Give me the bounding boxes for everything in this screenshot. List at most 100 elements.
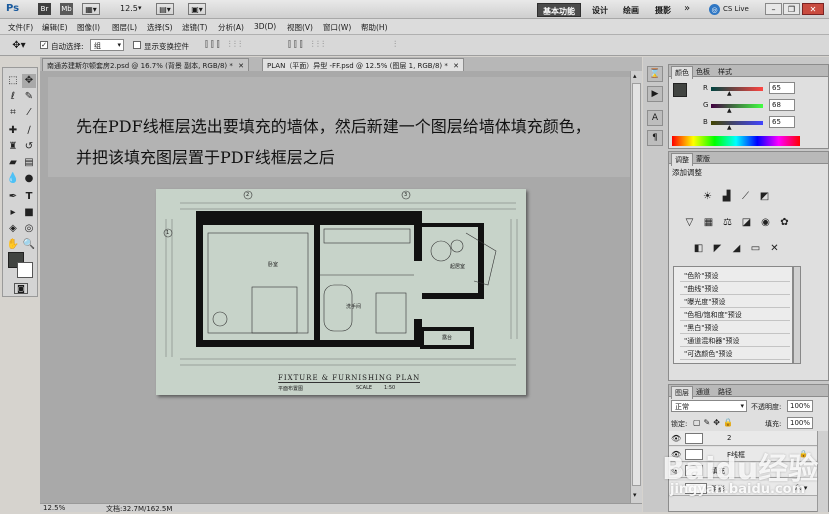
paragraph-panel-icon[interactable]: ¶ xyxy=(647,130,663,146)
dodge-tool-icon[interactable]: ● xyxy=(22,172,36,186)
b-slider-handle[interactable]: ▲ xyxy=(727,124,732,131)
r-slider-handle[interactable]: ▲ xyxy=(727,90,732,97)
move-tool-icon[interactable]: ✥ xyxy=(22,74,36,88)
selective-color-icon[interactable]: ✕ xyxy=(768,242,781,255)
actions-panel-icon[interactable]: ▶ xyxy=(647,86,663,102)
mini-bridge-icon[interactable]: Mb xyxy=(60,3,73,15)
auto-select-checkbox[interactable]: ✓ xyxy=(40,41,48,49)
threshold-icon[interactable]: ◢ xyxy=(730,242,743,255)
scroll-thumb[interactable] xyxy=(632,83,641,486)
workspace-essentials-button[interactable]: 基本功能 xyxy=(537,3,581,17)
lock-icons-group[interactable]: ▢✎✥🔒 xyxy=(693,418,736,427)
preset-black-white[interactable]: "黑白"预设 xyxy=(680,321,790,334)
move-tool-preset-icon[interactable]: ✥▾ xyxy=(6,39,32,52)
preset-scrollbar[interactable] xyxy=(793,266,801,364)
levels-icon[interactable]: ▟ xyxy=(720,190,733,203)
view-extras-icon[interactable]: ▦▾ xyxy=(82,3,100,15)
canvas-vertical-scrollbar[interactable]: ▴ ▾ xyxy=(630,71,642,504)
g-slider-handle[interactable]: ▲ xyxy=(727,107,732,114)
character-panel-icon[interactable]: A xyxy=(647,110,663,126)
3d-rotate-tool-icon[interactable]: ◈ xyxy=(6,222,20,236)
channel-mixer-icon[interactable]: ✿ xyxy=(778,216,791,229)
tab-document-2[interactable]: PLAN（平面）异型 -FF.psd @ 12.5% (图层 1, RGB/8)… xyxy=(262,58,464,71)
scroll-down-arrow[interactable]: ▾ xyxy=(633,491,637,499)
menu-analysis[interactable]: 分析(A) xyxy=(218,22,244,33)
history-panel-icon[interactable]: ⌛ xyxy=(647,66,663,82)
zoom-tool-icon[interactable]: 🔍 xyxy=(22,238,36,252)
brush-tool-icon[interactable]: ∕ xyxy=(22,124,36,138)
shape-tool-icon[interactable]: ■ xyxy=(22,206,36,220)
menu-3d[interactable]: 3D(D) xyxy=(254,22,276,31)
quick-select-tool-icon[interactable]: ✎ xyxy=(22,90,36,104)
tab-swatches[interactable]: 色板 xyxy=(693,66,713,78)
clone-stamp-tool-icon[interactable]: ♜ xyxy=(6,140,20,154)
tab-color[interactable]: 颜色 xyxy=(671,66,693,79)
type-tool-icon[interactable]: T xyxy=(22,190,36,204)
minimize-window-icon[interactable]: – xyxy=(765,3,782,15)
color-balance-icon[interactable]: ⚖ xyxy=(721,216,734,229)
cs-live-icon[interactable]: ◎ xyxy=(709,4,720,15)
exposure-icon[interactable]: ◩ xyxy=(758,190,771,203)
g-slider-track[interactable] xyxy=(711,104,763,108)
menu-help[interactable]: 帮助(H) xyxy=(361,22,388,33)
preset-hue-saturation[interactable]: "色相/饱和度"预设 xyxy=(680,308,790,321)
curves-icon[interactable]: ⟋ xyxy=(739,190,752,203)
gradient-tool-icon[interactable]: ▤ xyxy=(22,156,36,170)
eyedropper-tool-icon[interactable]: ⁄ xyxy=(22,106,36,120)
workspace-painting-button[interactable]: 绘画 xyxy=(618,3,644,17)
tab-layers[interactable]: 图层 xyxy=(671,386,693,399)
b-value-input[interactable]: 65 xyxy=(769,116,795,128)
zoom-level[interactable]: 12.5 xyxy=(120,4,138,13)
menu-layer[interactable]: 图层(L) xyxy=(112,22,137,33)
menu-view[interactable]: 视图(V) xyxy=(287,22,313,33)
cs-live-button[interactable]: CS Live xyxy=(723,5,749,13)
blur-tool-icon[interactable]: 💧 xyxy=(6,172,20,186)
tab-masks[interactable]: 蒙版 xyxy=(693,153,713,165)
color-fg-swatch[interactable] xyxy=(673,83,687,97)
tab-adjustments[interactable]: 调整 xyxy=(671,153,693,166)
invert-icon[interactable]: ◧ xyxy=(692,242,705,255)
background-color-swatch[interactable] xyxy=(17,262,33,278)
status-zoom[interactable]: 12.5% xyxy=(43,504,65,512)
document-canvas[interactable]: 先在PDF线框层选出要填充的墙体，然后新建一个图层给墙体填充颜色， 并把该填充图… xyxy=(40,71,642,504)
show-transform-checkbox[interactable] xyxy=(133,41,141,49)
tab-styles[interactable]: 样式 xyxy=(715,66,735,78)
preset-curves[interactable]: "曲线"预设 xyxy=(680,282,790,295)
photo-filter-icon[interactable]: ◉ xyxy=(759,216,772,229)
preset-exposure[interactable]: "曝光度"预设 xyxy=(680,295,790,308)
vibrance-icon[interactable]: ▽ xyxy=(683,216,696,229)
more-workspaces-button[interactable]: » xyxy=(684,3,690,14)
preset-selective-color[interactable]: "可选颜色"预设 xyxy=(680,347,790,360)
quick-mask-icon[interactable]: ◙ xyxy=(14,283,28,294)
tab-channels[interactable]: 通道 xyxy=(693,386,713,398)
workspace-design-button[interactable]: 设计 xyxy=(587,3,613,17)
r-value-input[interactable]: 65 xyxy=(769,82,795,94)
restore-window-icon[interactable]: ❐ xyxy=(783,3,800,15)
posterize-icon[interactable]: ◤ xyxy=(711,242,724,255)
opacity-input[interactable]: 100% xyxy=(787,400,813,412)
healing-brush-tool-icon[interactable]: ✚ xyxy=(6,124,20,138)
g-value-input[interactable]: 68 xyxy=(769,99,795,111)
r-slider-track[interactable] xyxy=(711,87,763,91)
pen-tool-icon[interactable]: ✒ xyxy=(6,190,20,204)
path-select-tool-icon[interactable]: ▸ xyxy=(6,206,20,220)
hue-saturation-icon[interactable]: ▦ xyxy=(702,216,715,229)
close-window-icon[interactable]: ✕ xyxy=(802,3,824,15)
menu-file[interactable]: 文件(F) xyxy=(8,22,33,33)
menu-filter[interactable]: 滤镜(T) xyxy=(182,22,207,33)
arrange-documents-icon[interactable]: ▤▾ xyxy=(156,3,174,15)
black-white-icon[interactable]: ◪ xyxy=(740,216,753,229)
eraser-tool-icon[interactable]: ▰ xyxy=(6,156,20,170)
b-slider-track[interactable] xyxy=(711,121,763,125)
workspace-photography-button[interactable]: 摄影 xyxy=(650,3,676,17)
auto-align-icon[interactable]: ⫶ xyxy=(394,40,396,50)
tab-document-1[interactable]: 南通苏建斯尔顿套房2.psd @ 16.7% (背景 副本, RGB/8) * … xyxy=(42,58,249,71)
align-buttons-group[interactable]: ⫿⫿⫿ ⫶⫶⫶ xyxy=(205,40,244,50)
close-icon[interactable]: ✕ xyxy=(453,62,459,70)
history-brush-tool-icon[interactable]: ↺ xyxy=(22,140,36,154)
distribute-buttons-group[interactable]: ⫿⫿⫿ ⫶⫶⫶ xyxy=(288,40,327,50)
auto-select-dropdown[interactable]: 组 ▾ xyxy=(90,39,124,51)
scroll-up-arrow[interactable]: ▴ xyxy=(633,72,637,80)
layers-scrollbar[interactable] xyxy=(817,431,828,512)
screen-mode-icon[interactable]: ▣▾ xyxy=(188,3,206,15)
